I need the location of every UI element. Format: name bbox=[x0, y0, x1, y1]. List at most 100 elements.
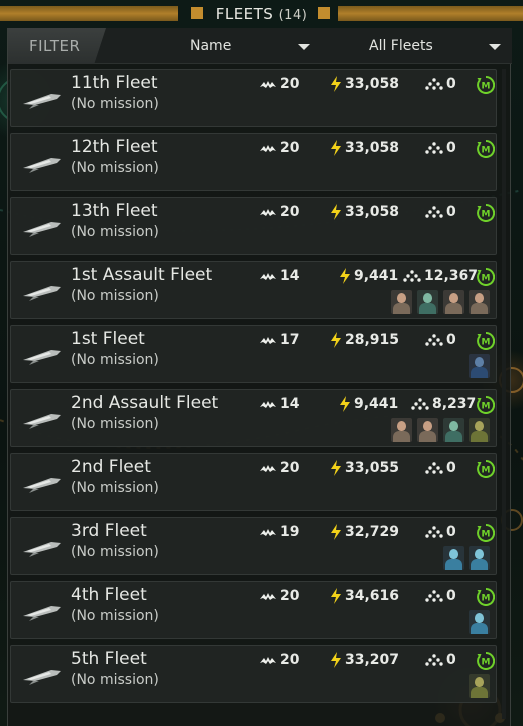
firepower-stat: 33,058 bbox=[330, 204, 399, 220]
fleet-mission: (No mission) bbox=[71, 480, 159, 496]
fleet-row[interactable]: 3rd Fleet (No mission) 19 32,729 0 M bbox=[10, 517, 497, 575]
bald-portrait[interactable] bbox=[417, 418, 438, 442]
fleet-name: 5th Fleet bbox=[71, 649, 147, 669]
fleet-row[interactable]: 2nd Fleet (No mission) 20 33,055 0 M bbox=[10, 453, 497, 511]
fleet-mission: (No mission) bbox=[71, 416, 159, 432]
ships-icon bbox=[260, 81, 276, 88]
manpower-stat: 0 bbox=[425, 204, 456, 220]
manpower-icon bbox=[425, 334, 443, 346]
panel-title-text: FLEETS bbox=[215, 5, 274, 23]
panel-title: FLEETS (14) bbox=[216, 5, 308, 23]
manpower-value: 12,367 bbox=[424, 268, 479, 284]
bald-portrait[interactable] bbox=[469, 290, 490, 314]
lightning-icon bbox=[331, 140, 341, 156]
manpower-stat: 0 bbox=[425, 76, 456, 92]
firepower-value: 33,207 bbox=[345, 652, 400, 668]
firepower-stat: 33,055 bbox=[330, 460, 399, 476]
cyan-portrait[interactable] bbox=[469, 610, 490, 634]
bald-portrait[interactable] bbox=[443, 290, 464, 314]
fleet-name: 4th Fleet bbox=[71, 585, 147, 605]
ship-count-stat: 20 bbox=[259, 588, 299, 604]
mission-status-icon[interactable]: M bbox=[477, 268, 495, 286]
mission-status-icon[interactable]: M bbox=[477, 204, 495, 222]
scope-dropdown[interactable]: All Fleets bbox=[369, 28, 501, 64]
ships-icon bbox=[260, 593, 276, 600]
svg-text:M: M bbox=[482, 658, 491, 668]
fleets-panel: FILTER Name All Fleets 11th Fleet (No mi… bbox=[7, 28, 512, 726]
ship-count-stat: 20 bbox=[259, 460, 299, 476]
manpower-icon bbox=[425, 526, 443, 538]
ship-count-stat: 20 bbox=[259, 652, 299, 668]
scrollbar[interactable] bbox=[502, 69, 506, 719]
hooded-portrait[interactable] bbox=[469, 354, 490, 378]
hero-portraits bbox=[469, 610, 490, 634]
ship-count-stat: 20 bbox=[259, 204, 299, 220]
mission-status-icon[interactable]: M bbox=[477, 588, 495, 606]
manpower-icon bbox=[425, 654, 443, 666]
mission-status-icon[interactable]: M bbox=[477, 524, 495, 542]
ship-count-stat: 20 bbox=[259, 140, 299, 156]
ship-count: 17 bbox=[280, 332, 300, 348]
manpower-value: 0 bbox=[446, 332, 456, 348]
mission-status-icon[interactable]: M bbox=[477, 332, 495, 350]
lightning-icon bbox=[340, 396, 350, 412]
hero-portraits bbox=[391, 290, 490, 314]
fleet-row[interactable]: 5th Fleet (No mission) 20 33,207 0 M bbox=[10, 645, 497, 703]
lightning-icon bbox=[331, 76, 341, 92]
fleet-mission: (No mission) bbox=[71, 608, 159, 624]
mission-status-icon[interactable]: M bbox=[477, 652, 495, 670]
alien-portrait[interactable] bbox=[443, 418, 464, 442]
insect-portrait[interactable] bbox=[469, 674, 490, 698]
fleet-row[interactable]: 12th Fleet (No mission) 20 33,058 0 M bbox=[10, 133, 497, 191]
hero-portraits bbox=[469, 354, 490, 378]
ship-count: 20 bbox=[280, 140, 300, 156]
ship-icon bbox=[23, 542, 61, 557]
bald-portrait[interactable] bbox=[391, 418, 412, 442]
firepower-value: 9,441 bbox=[354, 268, 399, 284]
insect-portrait[interactable] bbox=[469, 418, 490, 442]
fleet-row[interactable]: 2nd Assault Fleet (No mission) 14 9,441 bbox=[10, 389, 497, 447]
title-ornament-right bbox=[338, 6, 523, 21]
manpower-stat: 12,367 bbox=[403, 268, 478, 284]
cyan-portrait[interactable] bbox=[443, 546, 464, 570]
manpower-stat: 0 bbox=[425, 652, 456, 668]
mission-status-icon[interactable]: M bbox=[477, 76, 495, 94]
alien-portrait[interactable] bbox=[417, 290, 438, 314]
ship-count: 20 bbox=[280, 652, 300, 668]
svg-text:M: M bbox=[482, 338, 491, 348]
ship-count: 20 bbox=[280, 460, 300, 476]
firepower-value: 33,058 bbox=[345, 204, 400, 220]
mission-status-icon[interactable]: M bbox=[477, 460, 495, 478]
cyan-portrait[interactable] bbox=[469, 546, 490, 570]
ships-icon bbox=[260, 401, 276, 408]
firepower-stat: 9,441 bbox=[339, 396, 398, 412]
filter-button-label: FILTER bbox=[29, 37, 81, 55]
manpower-value: 0 bbox=[446, 460, 456, 476]
title-ornament-left bbox=[0, 6, 178, 21]
manpower-value: 0 bbox=[446, 140, 456, 156]
filter-button[interactable]: FILTER bbox=[8, 28, 106, 64]
svg-text:M: M bbox=[482, 274, 491, 284]
ship-count: 19 bbox=[280, 524, 300, 540]
fleet-row[interactable]: 4th Fleet (No mission) 20 34,616 0 M bbox=[10, 581, 497, 639]
manpower-stat: 0 bbox=[425, 460, 456, 476]
mission-status-icon[interactable]: M bbox=[477, 396, 495, 414]
manpower-stat: 0 bbox=[425, 588, 456, 604]
svg-text:M: M bbox=[482, 594, 491, 604]
lightning-icon bbox=[331, 524, 341, 540]
bald-portrait[interactable] bbox=[391, 290, 412, 314]
mission-status-icon[interactable]: M bbox=[477, 140, 495, 158]
manpower-stat: 0 bbox=[425, 332, 456, 348]
fleet-row[interactable]: 13th Fleet (No mission) 20 33,058 0 M bbox=[10, 197, 497, 255]
sort-dropdown[interactable]: Name bbox=[190, 28, 310, 64]
fleet-row[interactable]: 1st Fleet (No mission) 17 28,915 0 M bbox=[10, 325, 497, 383]
manpower-icon bbox=[411, 398, 429, 410]
fleet-mission: (No mission) bbox=[71, 352, 159, 368]
ship-icon bbox=[23, 94, 61, 109]
fleet-row[interactable]: 1st Assault Fleet (No mission) 14 9,441 bbox=[10, 261, 497, 319]
fleet-row[interactable]: 11th Fleet (No mission) 20 33,058 0 M bbox=[10, 69, 497, 127]
fleet-name: 2nd Assault Fleet bbox=[71, 393, 219, 413]
fleet-name: 1st Fleet bbox=[71, 329, 145, 349]
firepower-value: 28,915 bbox=[345, 332, 400, 348]
fleet-mission: (No mission) bbox=[71, 288, 159, 304]
